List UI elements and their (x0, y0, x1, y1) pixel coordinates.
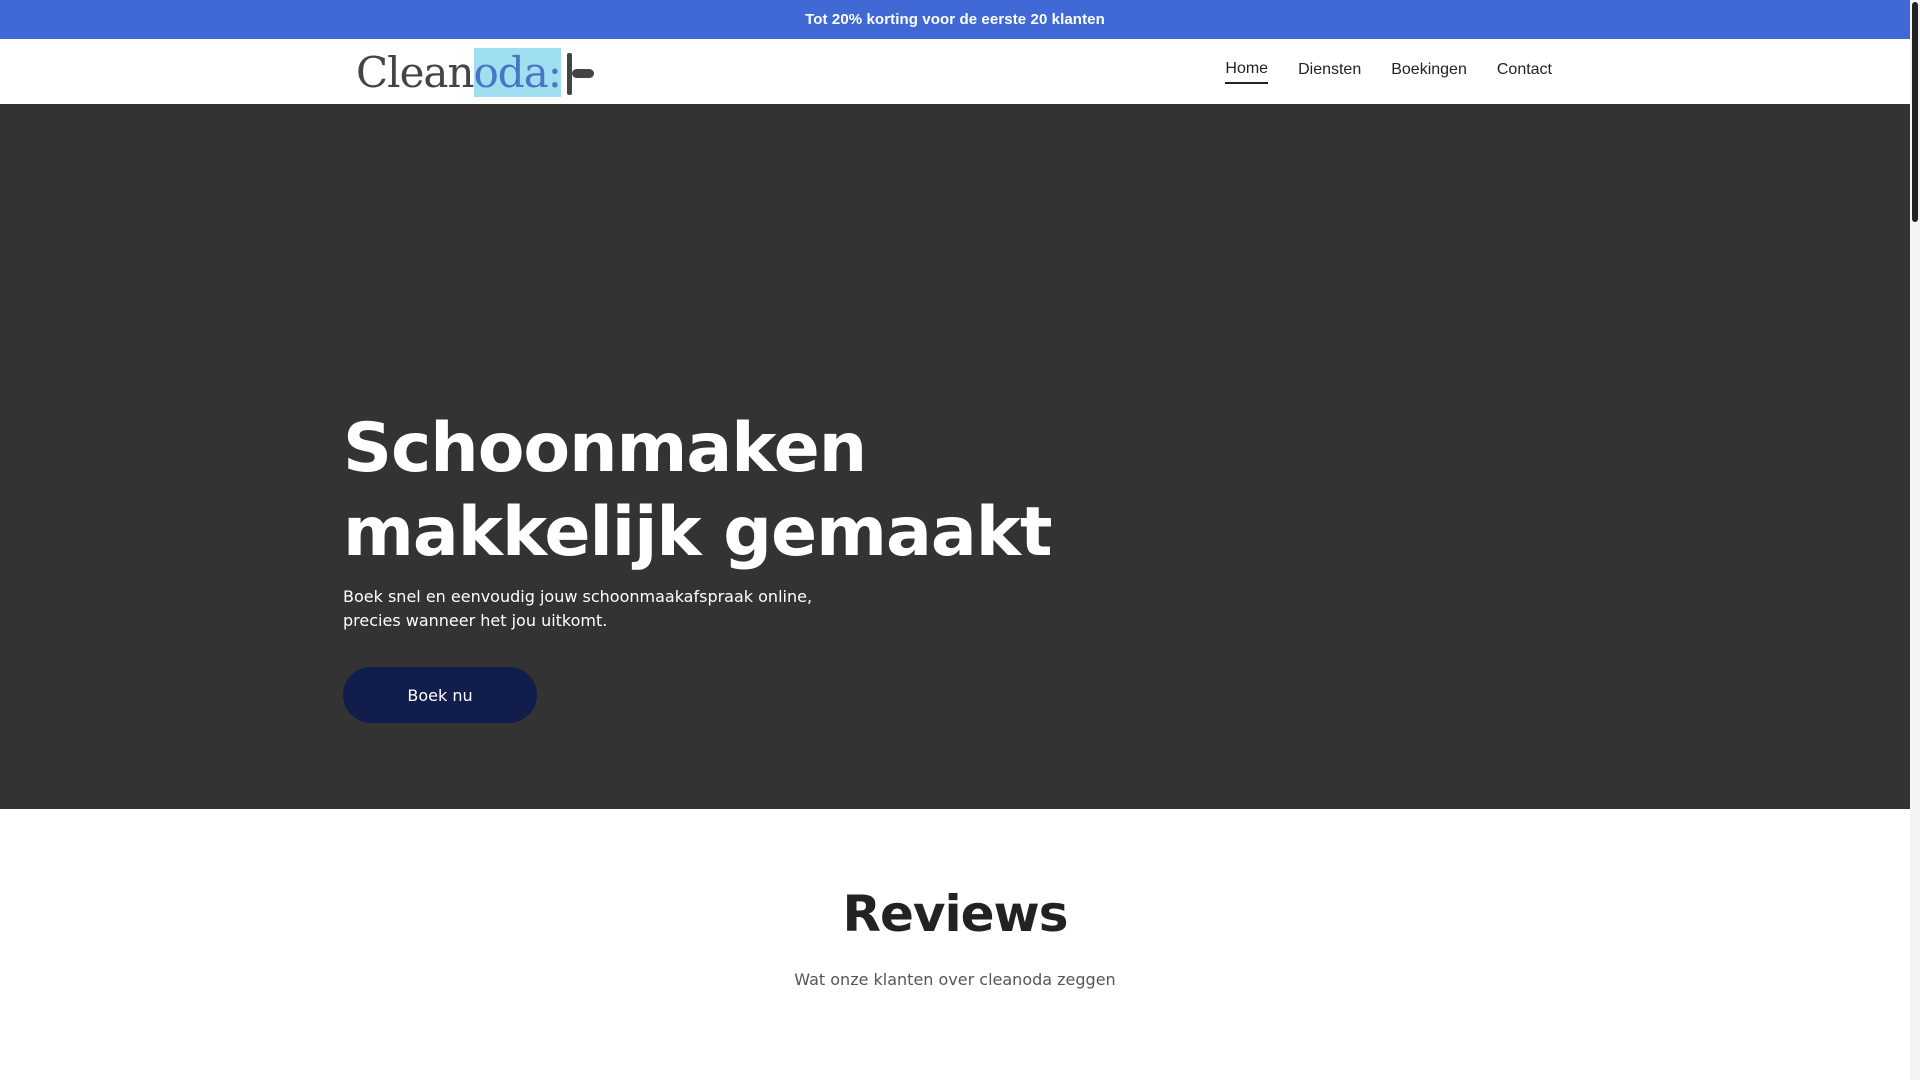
announcement-text: Tot 20% korting voor de eerste 20 klante… (805, 11, 1105, 28)
logo-wordmark: Cleanoda: (356, 48, 562, 97)
nav-item-contact[interactable]: Contact (1497, 61, 1552, 83)
announcement-bar: Tot 20% korting voor de eerste 20 klante… (0, 0, 1910, 39)
logo[interactable]: Cleanoda: (356, 48, 594, 97)
nav-item-home[interactable]: Home (1225, 60, 1269, 84)
hero-subtitle: Boek snel en eenvoudig jouw schoonmaakaf… (343, 587, 813, 630)
reviews-title: Reviews (842, 885, 1068, 943)
reviews-subtitle: Wat onze klanten over cleanoda zeggen (794, 970, 1116, 989)
hero-section: Schoonmaken makkelijk gemaakt Boek snel … (0, 104, 1910, 809)
main-nav: Home Diensten Boekingen Contact (1225, 39, 1552, 104)
nav-item-diensten[interactable]: Diensten (1298, 61, 1361, 83)
scrollbar-thumb[interactable] (1912, 2, 1918, 222)
nav-item-boekingen[interactable]: Boekingen (1391, 61, 1467, 83)
mop-icon (563, 51, 594, 95)
hero-title: Schoonmaken makkelijk gemaakt (343, 409, 1052, 572)
page: Tot 20% korting voor de eerste 20 klante… (0, 0, 1910, 1080)
logo-highlight: oda: (473, 48, 562, 97)
logo-prefix: Clean (356, 48, 475, 97)
site-header: Cleanoda: Home Diensten Boekingen Contac… (0, 39, 1910, 104)
book-now-button[interactable]: Boek nu (343, 667, 537, 723)
page-scrollbar[interactable] (1910, 0, 1920, 1080)
